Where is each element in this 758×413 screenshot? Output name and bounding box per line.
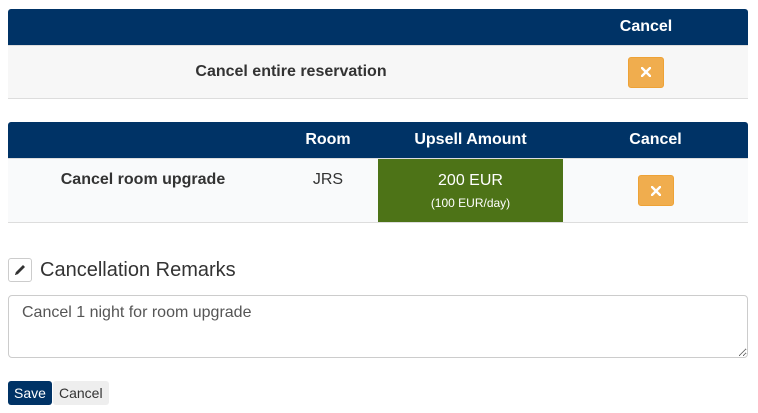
upgrade-row: Cancel room upgrade JRS 200 EUR (100 EUR… (8, 158, 748, 223)
reservation-row-label: Cancel entire reservation (195, 63, 387, 80)
reservation-cancel-cell (544, 56, 748, 88)
reservation-table-header: Cancel (8, 9, 748, 45)
reservation-row: Cancel entire reservation (8, 45, 748, 99)
pencil-icon (8, 258, 32, 282)
room-code: JRS (312, 171, 344, 188)
header-room: Room (305, 131, 351, 148)
cancellation-page: Cancel Cancel entire reservation Room Up… (0, 0, 758, 413)
cancel-button[interactable]: Cancel (53, 381, 109, 405)
upgrade-cancel-cell (563, 175, 748, 206)
upgrade-table-header: Room Upsell Amount Cancel (8, 122, 748, 158)
cancel-upgrade-button[interactable] (637, 175, 674, 206)
upgrade-row-label: Cancel room upgrade (60, 171, 226, 188)
cancel-reservation-button[interactable] (628, 56, 664, 88)
upgrade-cancel-table: Room Upsell Amount Cancel Cancel room up… (8, 122, 748, 223)
header-cancel: Cancel (619, 18, 673, 35)
reservation-cancel-table: Cancel Cancel entire reservation (8, 9, 748, 99)
header-cancel: Cancel (629, 131, 682, 148)
remarks-textarea[interactable]: Cancel 1 night for room upgrade (8, 295, 748, 358)
save-button[interactable]: Save (8, 381, 52, 405)
remarks-title: Cancellation Remarks (40, 258, 236, 281)
close-icon (641, 67, 651, 77)
upsell-amount: 200 EUR (438, 171, 503, 189)
header-upsell-amount: Upsell Amount (414, 131, 527, 148)
upsell-per-day: (100 EUR/day) (430, 195, 511, 210)
upsell-amount-cell: 200 EUR (100 EUR/day) (378, 159, 563, 222)
remarks-header: Cancellation Remarks (8, 258, 236, 282)
close-icon (650, 185, 661, 196)
